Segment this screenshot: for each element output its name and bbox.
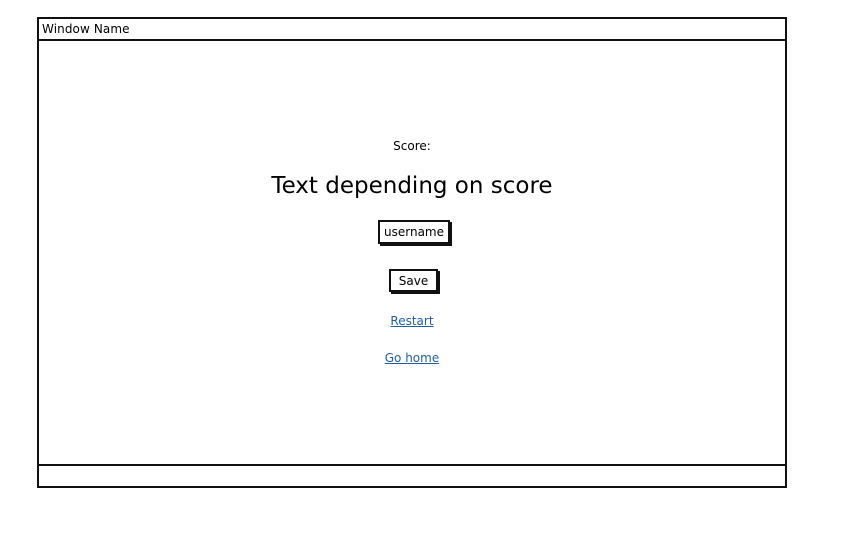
- app-window: Window Name Score: Text depending on sco…: [37, 17, 787, 488]
- restart-link-row: Restart: [39, 314, 785, 329]
- save-button[interactable]: Save: [389, 269, 438, 292]
- restart-link[interactable]: Restart: [390, 314, 433, 328]
- score-label: Score:: [393, 139, 431, 153]
- window-title: Window Name: [42, 22, 130, 36]
- content-area: Score: Text depending on score Save Rest…: [39, 41, 785, 464]
- status-bar: [39, 464, 785, 486]
- username-input[interactable]: [378, 220, 450, 244]
- go-home-link[interactable]: Go home: [385, 351, 439, 365]
- home-link-row: Go home: [39, 351, 785, 366]
- score-message: Text depending on score: [271, 173, 553, 199]
- title-bar: Window Name: [39, 19, 785, 41]
